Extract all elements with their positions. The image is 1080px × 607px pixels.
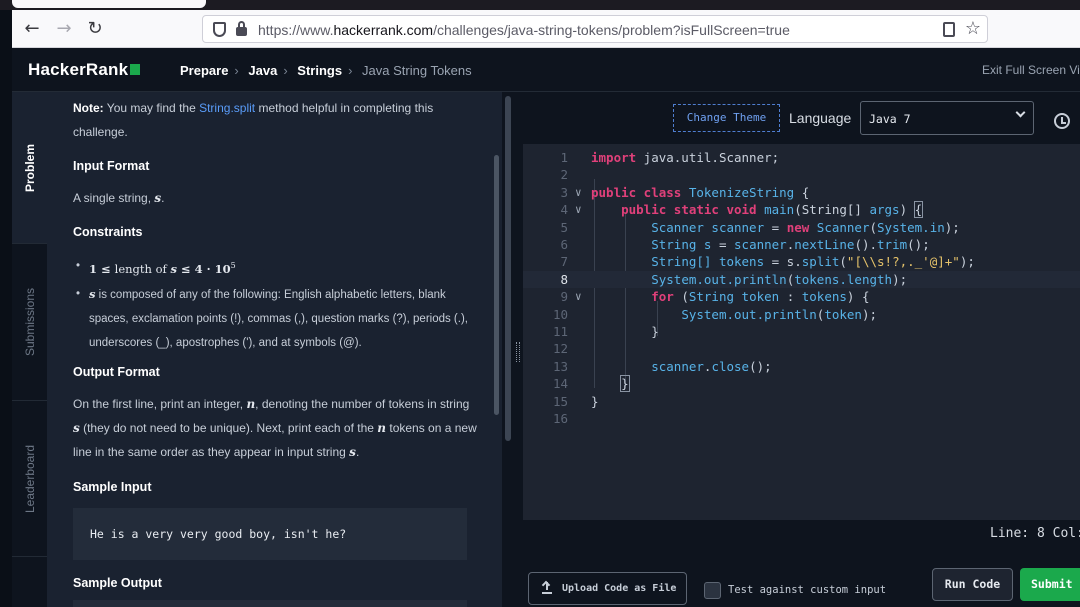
note-text: Note: You may find the String.split meth… [73,101,434,139]
breadcrumb-java[interactable]: Java [248,63,277,78]
address-bar[interactable]: https://www.hackerrank.com/challenges/ja… [202,15,988,43]
custom-input-label[interactable]: Test against custom input [728,584,886,596]
output-format-heading: Output Format [73,365,160,379]
code-line[interactable]: 6 String s = scanner.nextLine().trim(); [523,236,1080,253]
tab-submissions[interactable]: Submissions [12,244,47,401]
code-line-current[interactable]: 8 System.out.println(tokens.length); [523,270,1080,289]
chevron-right-icon: › [348,63,353,78]
code-line[interactable]: 14 } [523,375,1080,393]
problem-scrollbar[interactable] [494,155,499,415]
reader-view-icon[interactable] [943,22,955,37]
back-icon[interactable]: ← [21,18,43,40]
code-line[interactable]: 2 [523,166,1080,183]
shield-icon[interactable] [213,22,226,37]
fold-chevron-icon[interactable]: ∨ [575,184,582,201]
input-format-heading: Input Format [73,159,150,173]
site-header: HackerRank Prepare › Java › Strings › Java … [12,48,1080,92]
constraints-list: 1 ≤ length of s ≤ 4 · 105 s is composed … [76,254,484,355]
browser-tab-strip [0,0,1080,10]
bookmark-star-icon[interactable]: ☆ [965,18,981,39]
problem-statement: Note: You may find the String.split meth… [47,92,502,607]
custom-input-checkbox[interactable] [704,582,721,599]
code-editor[interactable]: 1 import java.util.Scanner; 2 3 ∨ public cl… [523,144,1080,520]
code-line[interactable]: 1 import java.util.Scanner; [523,149,1080,166]
fold-chevron-icon[interactable]: ∨ [575,201,582,218]
language-select[interactable]: Java 7 [860,101,1034,135]
constraints-heading: Constraints [73,225,143,239]
fold-chevron-icon[interactable]: ∨ [575,288,582,305]
code-line[interactable]: 13 scanner.close(); [523,358,1080,375]
side-tabs: Problem Submissions Leaderboard [12,92,47,607]
editor-status-bar: Line: 8 Col: 1 [523,520,1080,548]
logo-square-icon [130,64,141,75]
breadcrumb-strings[interactable]: Strings [297,63,342,78]
reload-icon[interactable]: ↻ [84,18,106,40]
breadcrumb-prepare[interactable]: Prepare [180,63,228,78]
code-line[interactable]: 16 [523,410,1080,427]
hackerrank-logo[interactable]: HackerRank [28,60,141,80]
lock-icon[interactable] [236,21,247,36]
list-item: s is composed of any of the following: E… [76,282,484,355]
sample-output-box [73,600,467,607]
list-item: 1 ≤ length of s ≤ 4 · 105 [76,254,484,282]
upload-code-button[interactable]: Upload Code as File [528,572,687,605]
code-line[interactable]: 10 System.out.println(token); [523,306,1080,323]
forward-icon[interactable]: → [53,18,75,40]
sample-input-box: He is a very very good boy, isn't he? [73,508,467,560]
change-theme-button[interactable]: Change Theme [673,104,780,132]
exit-full-screen-link[interactable]: Exit Full Screen View [982,63,1080,77]
code-line[interactable]: 3 ∨ public class TokenizeString { [523,184,1080,201]
sample-output-heading: Sample Output [73,576,162,590]
language-label: Language [789,110,852,126]
run-code-button[interactable]: Run Code [932,568,1013,601]
active-browser-tab[interactable] [12,0,206,8]
input-format-text: A single string, s. [73,191,165,205]
submit-code-button[interactable]: Submit Code [1020,568,1080,601]
sample-input-heading: Sample Input [73,480,152,494]
tab-leaderboard[interactable]: Leaderboard [12,401,47,557]
chevron-right-icon: › [283,63,288,78]
breadcrumb: Prepare › Java › Strings › Java String Toke… [180,63,478,78]
code-line[interactable]: 5 Scanner scanner = new Scanner(System.i… [523,219,1080,236]
string-split-link[interactable]: String.split [199,101,255,115]
panel-scrollbar[interactable] [505,96,511,441]
upload-icon [542,582,552,594]
breadcrumb-current: Java String Tokens [362,63,472,78]
chevron-right-icon: › [234,63,239,78]
tab-problem[interactable]: Problem [12,92,47,244]
code-line[interactable]: 7 String[] tokens = s.split("[\\s!?,._'@… [523,253,1080,270]
editor-actions: Upload Code as File Test against custom … [523,548,1080,607]
code-line[interactable]: 15} [523,393,1080,410]
language-value: Java 7 [869,112,911,126]
code-line[interactable]: 12 [523,340,1080,357]
code-line[interactable]: 11 } [523,323,1080,340]
cursor-position: Line: 8 Col: 1 [990,526,1080,541]
output-format-text: On the first line, print an integer, n, … [73,397,477,459]
panel-splitter[interactable] [502,92,523,607]
window-edge [0,10,12,607]
editor-toolbar: Change Theme Language Java 7 [523,92,1080,144]
history-icon[interactable] [1054,113,1070,129]
chevron-down-icon [1015,107,1026,118]
code-line[interactable]: 9 ∨ for (String token : tokens) { [523,288,1080,305]
drag-handle-icon[interactable] [516,342,520,362]
code-line[interactable]: 4 ∨ public static void main(String[] args… [523,201,1080,219]
browser-toolbar: ← → ↻ https://www.hackerrank.com/challen… [12,10,1080,48]
url-text[interactable]: https://www.hackerrank.com/challenges/ja… [258,22,790,38]
